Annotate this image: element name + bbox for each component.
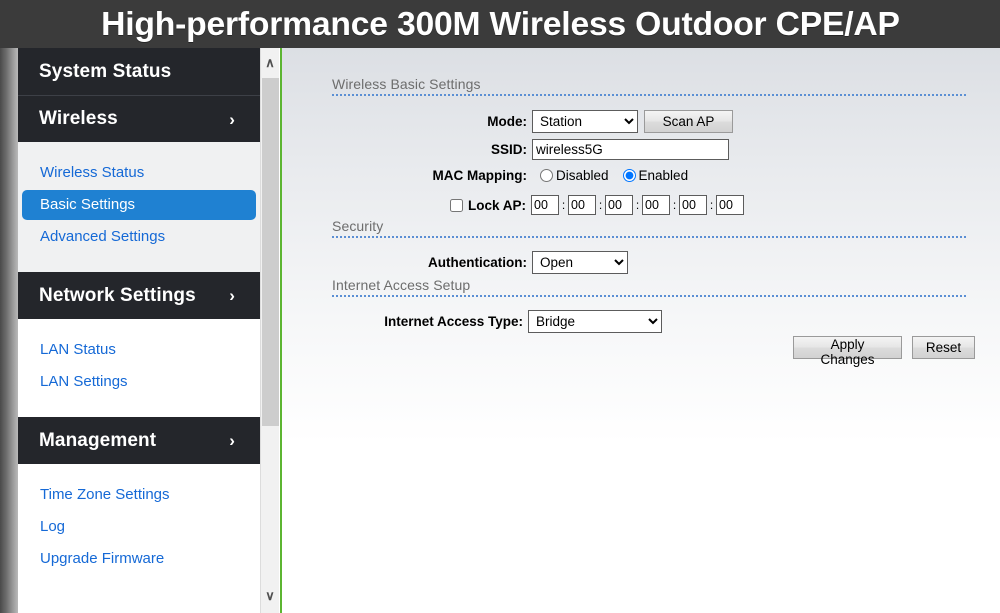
- internet-access-type-select[interactable]: Bridge: [528, 310, 662, 333]
- mac-mapping-disabled-option[interactable]: Disabled: [540, 168, 609, 183]
- authentication-select[interactable]: Open: [532, 251, 628, 274]
- sidebar-nav: System Status Wireless › Wireless Status…: [18, 48, 260, 613]
- chevron-right-icon: ›: [229, 431, 235, 450]
- sidebar-scrollbar[interactable]: ∧ ∨: [260, 48, 279, 613]
- internet-access-type-label: Internet Access Type:: [384, 314, 523, 329]
- mac-mapping-disabled-label: Disabled: [556, 168, 609, 183]
- sidebar-group-label: Network Settings: [39, 284, 196, 306]
- scrollbar-thumb[interactable]: [262, 78, 279, 426]
- sidebar-item-wireless-status[interactable]: Wireless Status: [22, 158, 256, 188]
- sidebar-item-advanced-settings[interactable]: Advanced Settings: [22, 222, 256, 252]
- mac-mapping-enabled-option[interactable]: Enabled: [622, 168, 689, 183]
- apply-changes-button[interactable]: Apply Changes: [793, 336, 902, 367]
- sidebar-group-label: Wireless: [39, 108, 118, 129]
- sidebar-submenu-management: Time Zone Settings Log Upgrade Firmware: [18, 464, 260, 594]
- form-actions: Apply Changes Reset: [793, 336, 975, 367]
- mac-octet-4[interactable]: [642, 195, 671, 215]
- section-header-security: Security: [332, 218, 966, 238]
- page-title: High-performance 300M Wireless Outdoor C…: [100, 5, 900, 42]
- mac-separator: :: [561, 198, 566, 212]
- chevron-right-icon: ›: [229, 286, 235, 305]
- sidebar-group-network-settings[interactable]: Network Settings ›: [18, 272, 260, 319]
- mode-label: Mode:: [487, 114, 527, 129]
- sidebar-submenu-wireless: Wireless Status Basic Settings Advanced …: [18, 142, 260, 272]
- mac-separator: :: [672, 198, 677, 212]
- sidebar-item-lan-status[interactable]: LAN Status: [22, 335, 256, 365]
- cpe-admin-page: High-performance 300M Wireless Outdoor C…: [0, 0, 1000, 613]
- sidebar-group-label: Management: [39, 429, 157, 451]
- lock-ap-mac-group: : : : : :: [531, 195, 745, 215]
- sidebar-item-log[interactable]: Log: [22, 512, 256, 542]
- mode-select[interactable]: Station: [532, 110, 638, 133]
- sidebar-item-upgrade-firmware[interactable]: Upgrade Firmware: [22, 544, 256, 574]
- mac-mapping-enabled-radio[interactable]: [622, 169, 636, 182]
- lock-ap-label: Lock AP:: [468, 197, 527, 213]
- sidebar-item-lan-settings[interactable]: LAN Settings: [22, 367, 256, 397]
- scroll-down-arrow-icon[interactable]: ∨: [261, 585, 279, 607]
- ssid-input[interactable]: [532, 139, 729, 160]
- sidebar-submenu-network: LAN Status LAN Settings: [18, 319, 260, 417]
- sidebar-item-basic-settings[interactable]: Basic Settings: [22, 190, 256, 220]
- scroll-up-arrow-icon[interactable]: ∧: [261, 52, 279, 74]
- authentication-label: Authentication:: [428, 255, 527, 270]
- mac-octet-5[interactable]: [679, 195, 708, 215]
- section-header-internet-access: Internet Access Setup: [332, 277, 966, 297]
- mac-mapping-disabled-radio[interactable]: [540, 169, 553, 182]
- mac-separator: :: [709, 198, 714, 212]
- mac-mapping-label: MAC Mapping:: [432, 168, 527, 183]
- mac-separator: :: [598, 198, 603, 212]
- chevron-right-icon: ›: [229, 109, 235, 129]
- sidebar-item-time-zone-settings[interactable]: Time Zone Settings: [22, 480, 256, 510]
- main-content: Wireless Basic Settings Mode: Station Sc…: [282, 48, 1000, 613]
- scan-ap-button[interactable]: Scan AP: [644, 110, 733, 133]
- mac-octet-6[interactable]: [716, 195, 745, 215]
- mac-octet-1[interactable]: [531, 195, 560, 215]
- sidebar-group-wireless[interactable]: Wireless ›: [18, 95, 260, 142]
- mac-mapping-enabled-label: Enabled: [638, 168, 689, 183]
- sidebar-group-label: System Status: [39, 60, 172, 82]
- page-banner: High-performance 300M Wireless Outdoor C…: [0, 0, 1000, 48]
- lock-ap-checkbox[interactable]: [450, 198, 463, 212]
- reset-button[interactable]: Reset: [912, 336, 975, 359]
- mac-octet-2[interactable]: [568, 195, 597, 215]
- ssid-label: SSID:: [490, 142, 527, 157]
- left-gradient-rail: [0, 48, 18, 613]
- sidebar-group-system-status[interactable]: System Status: [18, 48, 260, 95]
- section-header-wireless-basic: Wireless Basic Settings: [332, 76, 966, 96]
- mac-octet-3[interactable]: [605, 195, 634, 215]
- mac-separator: :: [635, 198, 640, 212]
- sidebar-group-management[interactable]: Management ›: [18, 417, 260, 464]
